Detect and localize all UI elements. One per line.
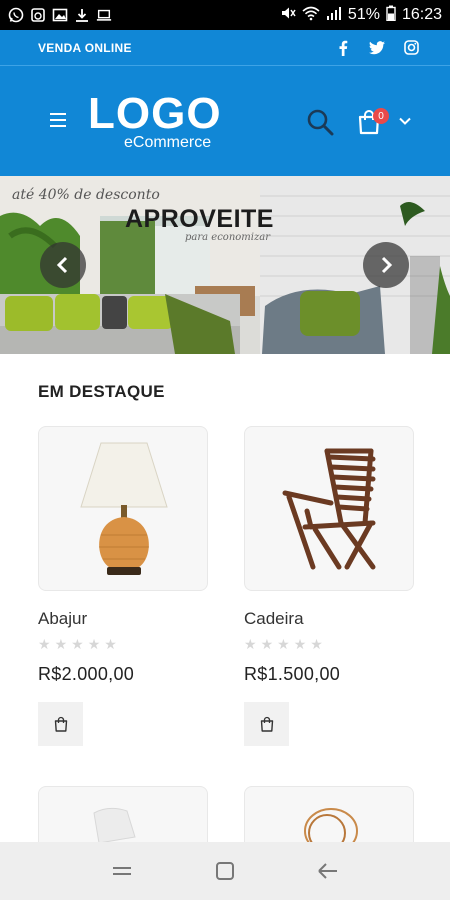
android-navigation-bar bbox=[0, 842, 450, 900]
carousel-next-button[interactable] bbox=[363, 242, 409, 288]
star-icon: ★ bbox=[87, 636, 101, 652]
menu-icon[interactable] bbox=[50, 113, 66, 127]
chevron-right-icon bbox=[381, 256, 393, 274]
rating-stars: ★ ★ ★ ★ ★ bbox=[244, 636, 323, 653]
section-title: EM DESTAQUE bbox=[38, 382, 165, 401]
status-bar: 51% 16:23 bbox=[0, 0, 450, 30]
carousel-prev-button[interactable] bbox=[40, 242, 86, 288]
star-icon: ★ bbox=[293, 636, 307, 652]
chevron-left-icon bbox=[56, 256, 68, 274]
product-price: R$1.500,00 bbox=[244, 664, 341, 684]
social-links bbox=[335, 40, 419, 56]
mute-icon bbox=[280, 5, 296, 25]
tagline: VENDA ONLINE bbox=[38, 40, 132, 55]
search-icon[interactable] bbox=[306, 108, 334, 136]
twitter-icon[interactable] bbox=[369, 40, 385, 56]
download-icon bbox=[74, 7, 90, 23]
banner-promo-text: até 40% de desconto bbox=[12, 187, 160, 203]
back-icon[interactable] bbox=[316, 859, 340, 883]
cart-count-badge: 0 bbox=[373, 108, 389, 124]
top-strip: VENDA ONLINE bbox=[0, 30, 450, 66]
system-indicators: 51% 16:23 bbox=[280, 5, 442, 25]
clock: 16:23 bbox=[401, 6, 442, 23]
star-icon: ★ bbox=[54, 636, 68, 652]
star-icon: ★ bbox=[260, 636, 274, 652]
logo-main-text: LOGO bbox=[88, 89, 222, 138]
rating-stars: ★ ★ ★ ★ ★ bbox=[38, 636, 117, 653]
recents-icon[interactable] bbox=[110, 859, 134, 883]
chair-image bbox=[282, 448, 376, 570]
home-icon[interactable] bbox=[213, 859, 237, 883]
star-icon: ★ bbox=[244, 636, 257, 652]
shopping-bag-icon bbox=[260, 716, 273, 732]
add-to-cart-button[interactable] bbox=[38, 702, 83, 746]
product-name[interactable]: Abajur bbox=[38, 609, 87, 629]
star-icon: ★ bbox=[38, 636, 51, 652]
product-price: R$2.000,00 bbox=[38, 664, 135, 684]
product-image[interactable] bbox=[244, 426, 414, 591]
alarm-icon bbox=[30, 7, 46, 23]
shopping-bag-icon bbox=[54, 716, 67, 732]
logo[interactable]: LOGO eCommerce bbox=[88, 92, 233, 156]
product-image[interactable] bbox=[38, 426, 208, 591]
product-name[interactable]: Cadeira bbox=[244, 609, 304, 629]
whatsapp-icon bbox=[8, 7, 24, 23]
signal-icon bbox=[326, 5, 342, 25]
banner-title: APROVEITE bbox=[125, 205, 274, 233]
star-icon: ★ bbox=[277, 636, 290, 652]
notification-icons bbox=[8, 7, 112, 23]
banner-subtitle: para economizar bbox=[185, 232, 270, 243]
battery-icon bbox=[386, 5, 396, 25]
facebook-icon[interactable] bbox=[335, 40, 351, 56]
wifi-icon bbox=[302, 5, 320, 25]
logo-sub-text: eCommerce bbox=[124, 134, 212, 151]
battery-percent: 51% bbox=[347, 6, 380, 23]
lamp-image bbox=[80, 442, 168, 575]
add-to-cart-button[interactable] bbox=[244, 702, 289, 746]
star-icon: ★ bbox=[310, 636, 323, 652]
laptop-icon bbox=[96, 7, 112, 23]
instagram-icon[interactable] bbox=[403, 40, 419, 56]
star-icon: ★ bbox=[71, 636, 84, 652]
star-icon: ★ bbox=[104, 636, 117, 652]
image-icon bbox=[52, 7, 68, 23]
chevron-down-icon[interactable] bbox=[398, 114, 412, 128]
